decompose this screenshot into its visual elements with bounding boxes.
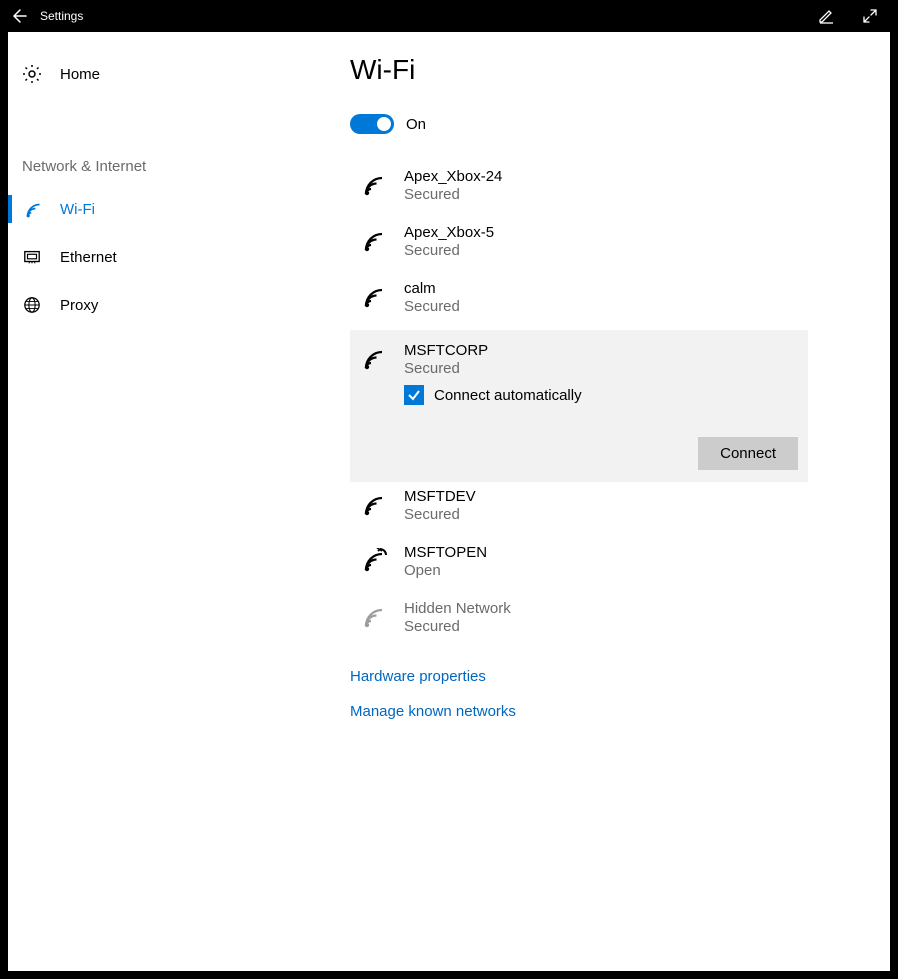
sidebar-item-ethernet[interactable]: Ethernet xyxy=(8,233,338,281)
titlebar: Settings xyxy=(0,0,898,32)
sidebar-section-label: Network & Internet xyxy=(8,158,338,185)
hardware-properties-link[interactable]: Hardware properties xyxy=(350,668,890,685)
connect-auto-checkbox[interactable] xyxy=(404,385,424,405)
sidebar-item-wifi[interactable]: Wi-Fi xyxy=(8,185,338,233)
pencil-icon xyxy=(818,8,834,24)
ethernet-icon xyxy=(22,247,42,267)
network-item-selected[interactable]: MSFTCORP Secured Connect automatically xyxy=(350,330,808,482)
network-name: MSFTOPEN xyxy=(404,544,487,561)
sidebar: Home Network & Internet Wi-Fi Ethernet xyxy=(8,32,338,971)
checkmark-icon xyxy=(407,388,421,402)
network-name: Hidden Network xyxy=(404,600,511,617)
wifi-secured-icon xyxy=(360,284,388,312)
wifi-toggle[interactable] xyxy=(350,114,394,134)
network-status: Secured xyxy=(404,506,476,523)
sidebar-item-home[interactable]: Home xyxy=(8,54,338,94)
network-status: Secured xyxy=(404,298,460,315)
network-status: Secured xyxy=(404,242,494,259)
toggle-knob xyxy=(377,117,391,131)
globe-icon xyxy=(22,295,42,315)
wifi-secured-icon xyxy=(360,172,388,200)
wifi-toggle-label: On xyxy=(406,116,426,133)
sidebar-item-label: Proxy xyxy=(60,297,98,314)
network-status: Open xyxy=(404,562,487,579)
sidebar-item-label: Ethernet xyxy=(60,249,117,266)
connect-button[interactable]: Connect xyxy=(698,437,798,470)
back-button[interactable] xyxy=(8,4,32,28)
network-name: MSFTCORP xyxy=(404,342,488,359)
gear-icon xyxy=(22,64,42,84)
sidebar-item-label: Wi-Fi xyxy=(60,201,95,218)
network-name: MSFTDEV xyxy=(404,488,476,505)
wifi-secured-icon xyxy=(360,346,388,374)
wifi-secured-icon xyxy=(360,492,388,520)
network-name: calm xyxy=(404,280,460,297)
network-item[interactable]: MSFTDEV Secured xyxy=(350,482,808,538)
network-status: Secured xyxy=(404,360,488,377)
window-title: Settings xyxy=(40,9,814,23)
sidebar-item-proxy[interactable]: Proxy xyxy=(8,281,338,329)
main-content: Wi-Fi On Apex_Xbox-24 Secured xyxy=(338,32,890,971)
page-title: Wi-Fi xyxy=(350,54,890,86)
edit-button[interactable] xyxy=(814,4,838,28)
fullscreen-button[interactable] xyxy=(858,4,882,28)
network-item[interactable]: MSFTOPEN Open xyxy=(350,538,808,594)
network-status: Secured xyxy=(404,186,502,203)
manage-networks-link[interactable]: Manage known networks xyxy=(350,703,890,720)
network-item[interactable]: Apex_Xbox-5 Secured xyxy=(350,218,808,274)
network-list: Apex_Xbox-24 Secured Apex_Xbox-5 Secured xyxy=(350,162,808,650)
network-item[interactable]: calm Secured xyxy=(350,274,808,330)
wifi-secured-icon xyxy=(360,228,388,256)
wifi-icon xyxy=(22,199,42,219)
network-item[interactable]: Hidden Network Secured xyxy=(350,594,808,650)
sidebar-item-label: Home xyxy=(60,66,100,83)
expand-icon xyxy=(862,8,878,24)
network-status: Secured xyxy=(404,618,511,635)
wifi-open-icon xyxy=(360,548,388,576)
network-name: Apex_Xbox-24 xyxy=(404,168,502,185)
wifi-secured-icon xyxy=(360,604,388,632)
network-item[interactable]: Apex_Xbox-24 Secured xyxy=(350,162,808,218)
network-name: Apex_Xbox-5 xyxy=(404,224,494,241)
connect-auto-label: Connect automatically xyxy=(434,387,582,404)
arrow-left-icon xyxy=(12,8,28,24)
